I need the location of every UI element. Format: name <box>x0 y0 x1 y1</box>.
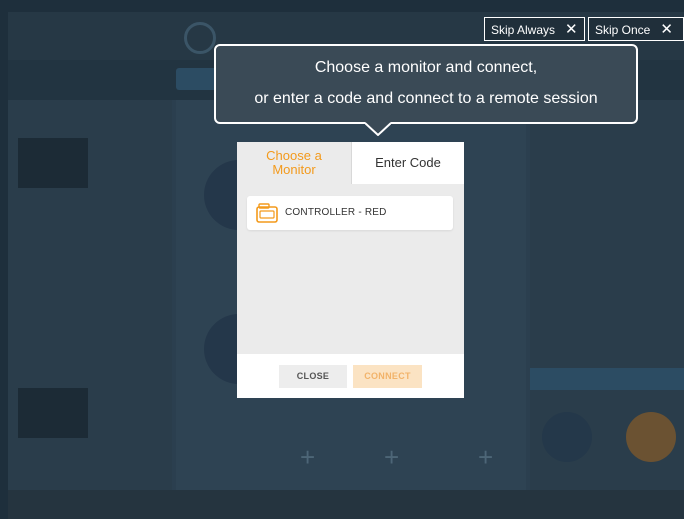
add-icon: + <box>384 442 400 472</box>
left-preview-2 <box>18 388 88 438</box>
add-icon: + <box>478 442 494 472</box>
add-icon: + <box>300 442 316 472</box>
home-icon <box>626 412 676 462</box>
connect-dialog: Choose a Monitor Enter Code CONTROLLER -… <box>237 142 464 398</box>
left-panel <box>8 100 172 490</box>
monitor-list: CONTROLLER - RED <box>237 184 464 354</box>
skip-once-label: Skip Once <box>595 23 651 37</box>
skip-once-button[interactable]: Skip Once ✕ <box>588 17 684 41</box>
monitor-name: CONTROLLER - RED <box>285 207 387 218</box>
close-icon: ✕ <box>565 21 578 38</box>
connect-button[interactable]: CONNECT <box>353 365 422 388</box>
tab-choose-monitor[interactable]: Choose a Monitor <box>237 142 351 184</box>
tab-enter-code-label: Enter Code <box>375 155 441 170</box>
tooltip-line-1: Choose a monitor and connect, <box>314 59 538 76</box>
onboarding-tooltip: Choose a monitor and connect, or enter a… <box>214 44 638 124</box>
close-icon: ✕ <box>660 21 673 38</box>
dialog-tabs: Choose a Monitor Enter Code <box>237 142 464 184</box>
tooltip-line-2: or enter a code and connect to a remote … <box>254 90 598 107</box>
close-button[interactable]: CLOSE <box>279 365 347 388</box>
monitor-list-item[interactable]: CONTROLLER - RED <box>247 196 453 230</box>
app-bottombar <box>8 490 684 519</box>
tab-choose-monitor-line1: Choose a <box>266 148 322 163</box>
right-header-bar <box>530 368 684 390</box>
waveform-icon <box>542 412 592 462</box>
monitor-device-icon <box>256 203 278 223</box>
dialog-footer: CLOSE CONNECT <box>237 354 464 398</box>
tab-enter-code[interactable]: Enter Code <box>351 142 464 184</box>
skip-always-label: Skip Always <box>491 23 556 37</box>
tab-choose-monitor-line2: Monitor <box>272 162 316 177</box>
status-ring-icon <box>184 22 216 54</box>
right-panel <box>530 100 684 490</box>
skip-always-button[interactable]: Skip Always ✕ <box>484 17 585 41</box>
left-preview-1 <box>18 138 88 188</box>
